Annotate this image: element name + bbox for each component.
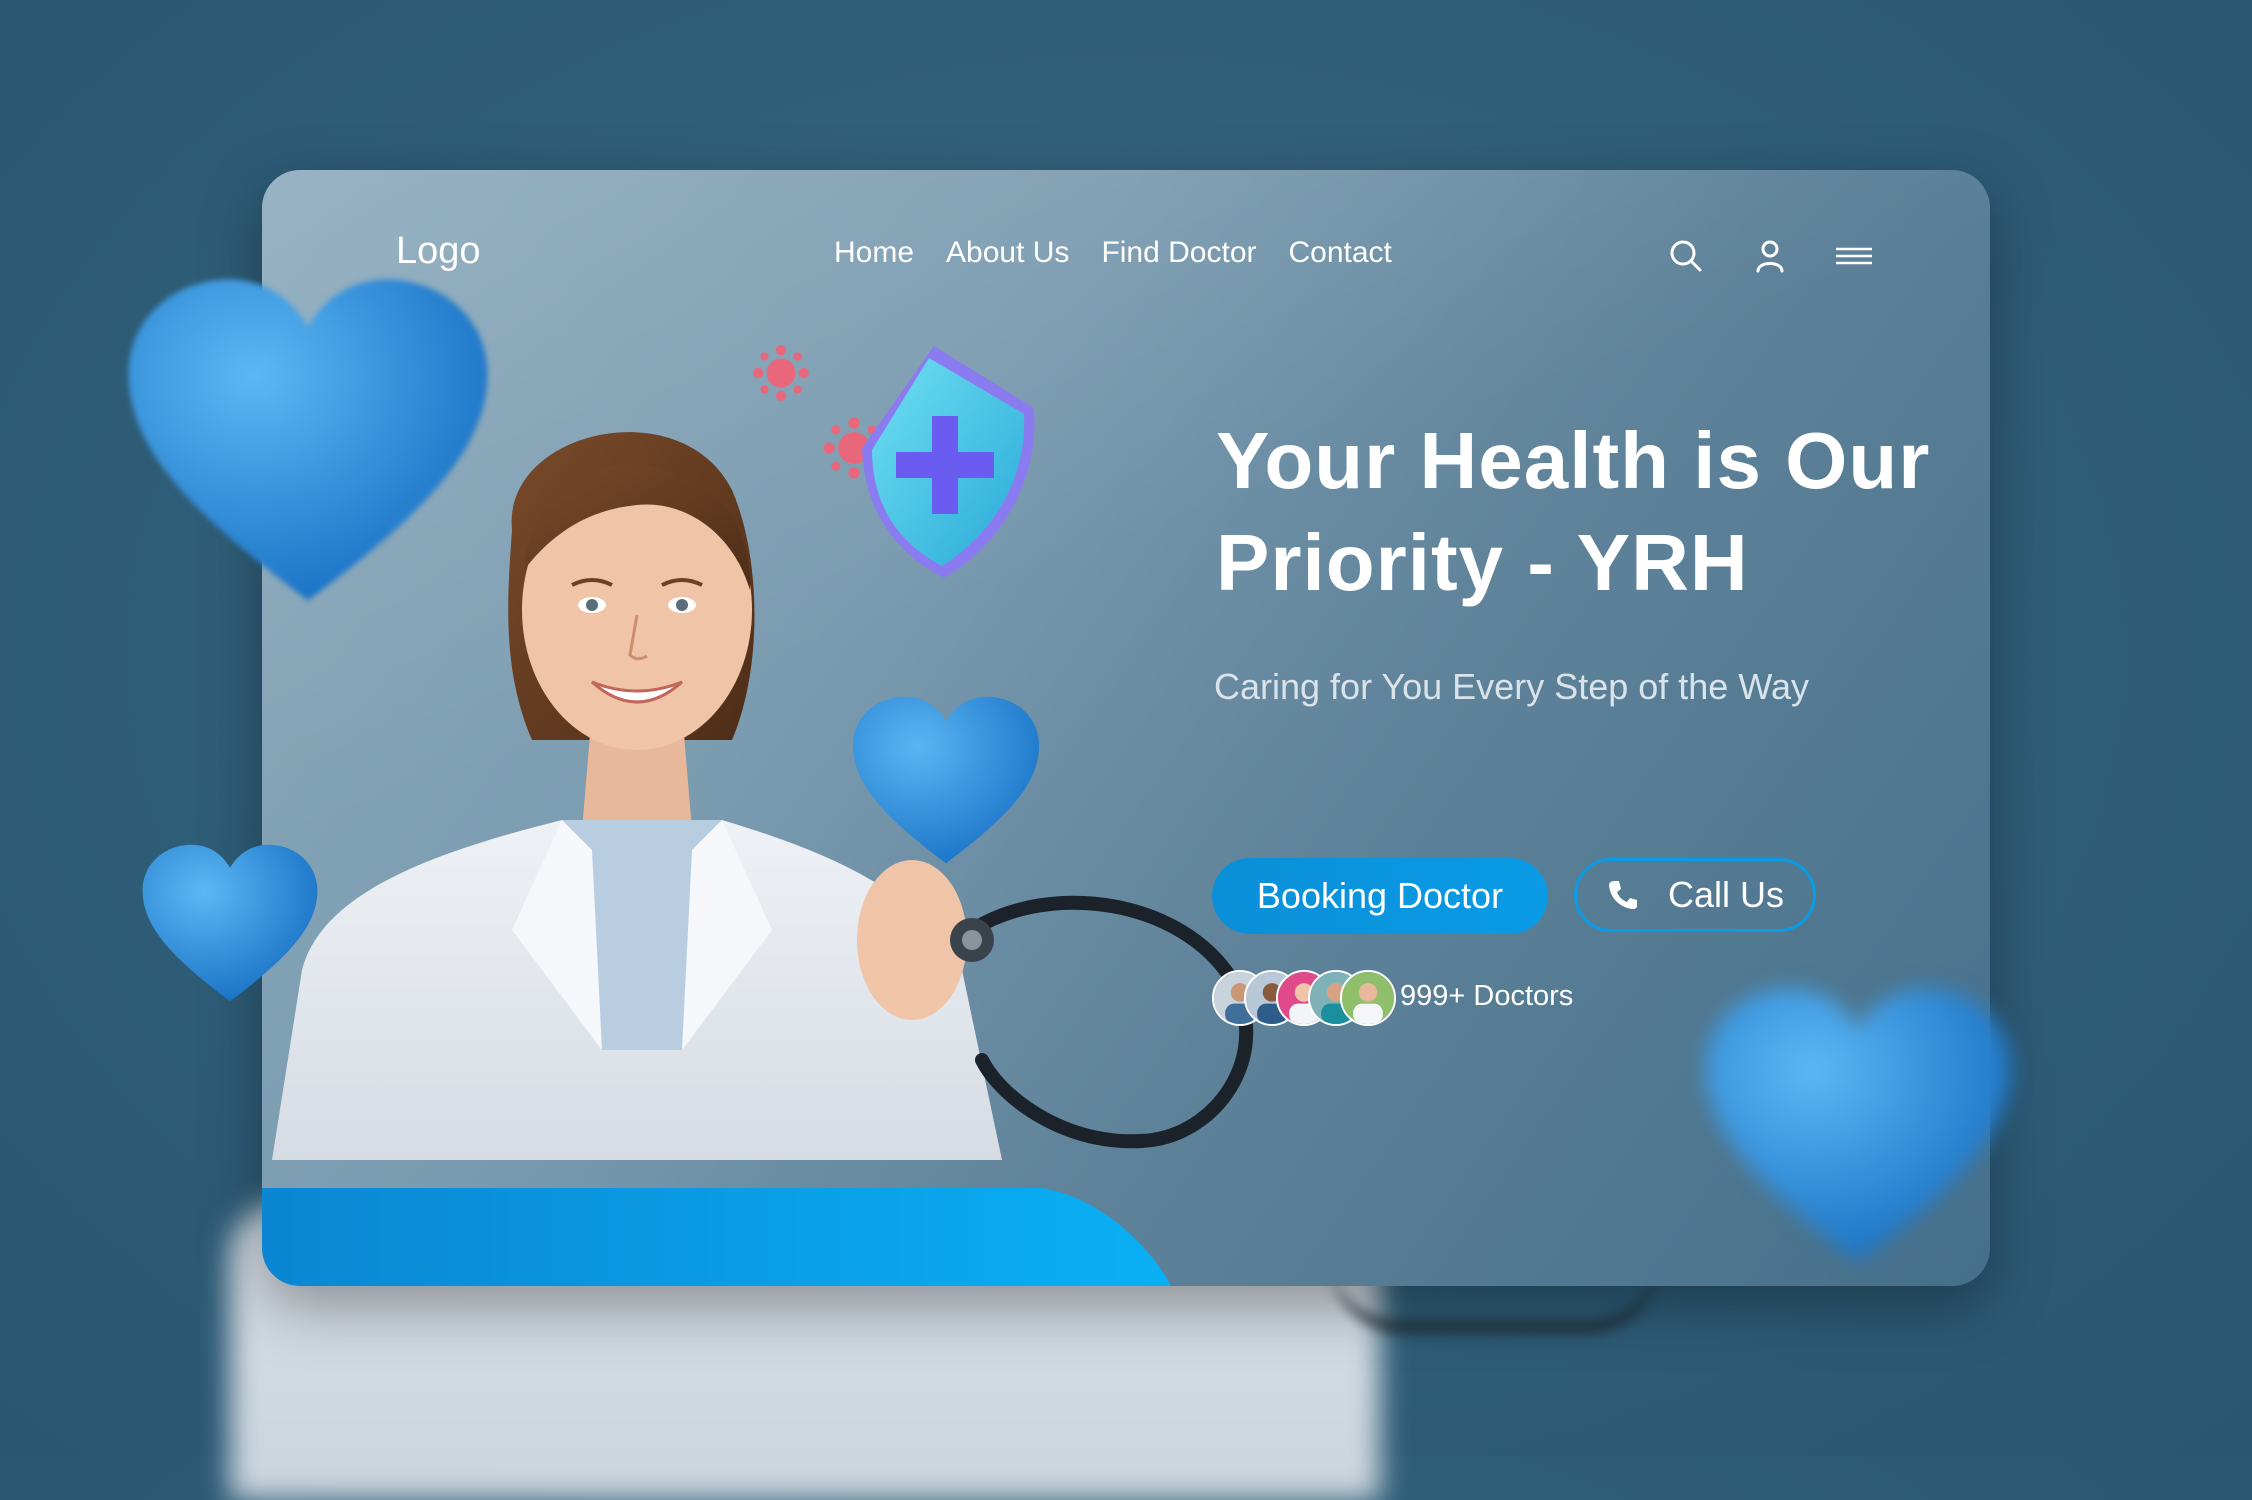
nav-about-us[interactable]: About Us — [946, 236, 1069, 270]
nav-find-doctor[interactable]: Find Doctor — [1101, 236, 1256, 270]
heart-icon — [116, 270, 500, 610]
heart-icon — [1688, 980, 2028, 1270]
heart-icon — [848, 690, 1044, 870]
hero-subtitle: Caring for You Every Step of the Way — [1214, 666, 1809, 707]
heart-icon — [138, 838, 322, 1008]
hero-title: Your Health is Our Priority - YRH — [1216, 410, 1956, 614]
avatar — [1340, 970, 1396, 1026]
hero-title-line-1: Your Health is Our — [1216, 416, 1931, 505]
main-nav: Home About Us Find Doctor Contact — [834, 236, 1392, 270]
user-icon[interactable] — [1750, 236, 1790, 276]
medical-shield-icon — [834, 338, 1054, 588]
call-us-button[interactable]: Call Us — [1574, 858, 1816, 932]
phone-icon — [1606, 878, 1640, 912]
header-actions — [1666, 236, 1874, 276]
bottom-accent-wave — [262, 1188, 1172, 1286]
search-icon[interactable] — [1666, 236, 1706, 276]
booking-doctor-button[interactable]: Booking Doctor — [1212, 858, 1548, 934]
nav-home[interactable]: Home — [834, 236, 914, 270]
logo[interactable]: Logo — [396, 230, 481, 273]
doctor-avatars — [1212, 970, 1396, 1028]
call-us-label: Call Us — [1667, 874, 1784, 915]
doctors-count: 999+ Doctors — [1400, 980, 1574, 1012]
virus-icon — [750, 342, 812, 404]
menu-icon[interactable] — [1834, 236, 1874, 276]
nav-contact[interactable]: Contact — [1289, 236, 1392, 270]
hero-title-line-2: Priority - YRH — [1216, 518, 1749, 607]
